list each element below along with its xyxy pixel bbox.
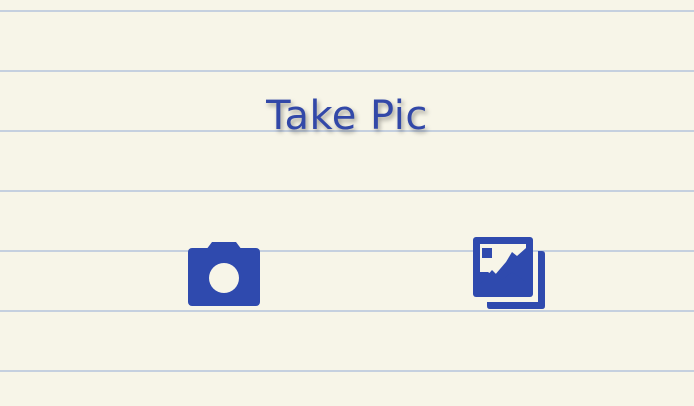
ruled-line <box>0 190 694 192</box>
open-gallery-button[interactable] <box>468 232 550 314</box>
ruled-line <box>0 370 694 372</box>
camera-icon <box>188 242 260 306</box>
notebook-paper-background <box>0 0 694 406</box>
ruled-line <box>0 70 694 72</box>
photo-library-icon <box>473 237 545 309</box>
ruled-line <box>0 10 694 12</box>
ruled-line <box>0 310 694 312</box>
ruled-line <box>0 250 694 252</box>
page-title: Take Pic <box>266 93 428 139</box>
take-photo-button[interactable] <box>184 236 264 310</box>
